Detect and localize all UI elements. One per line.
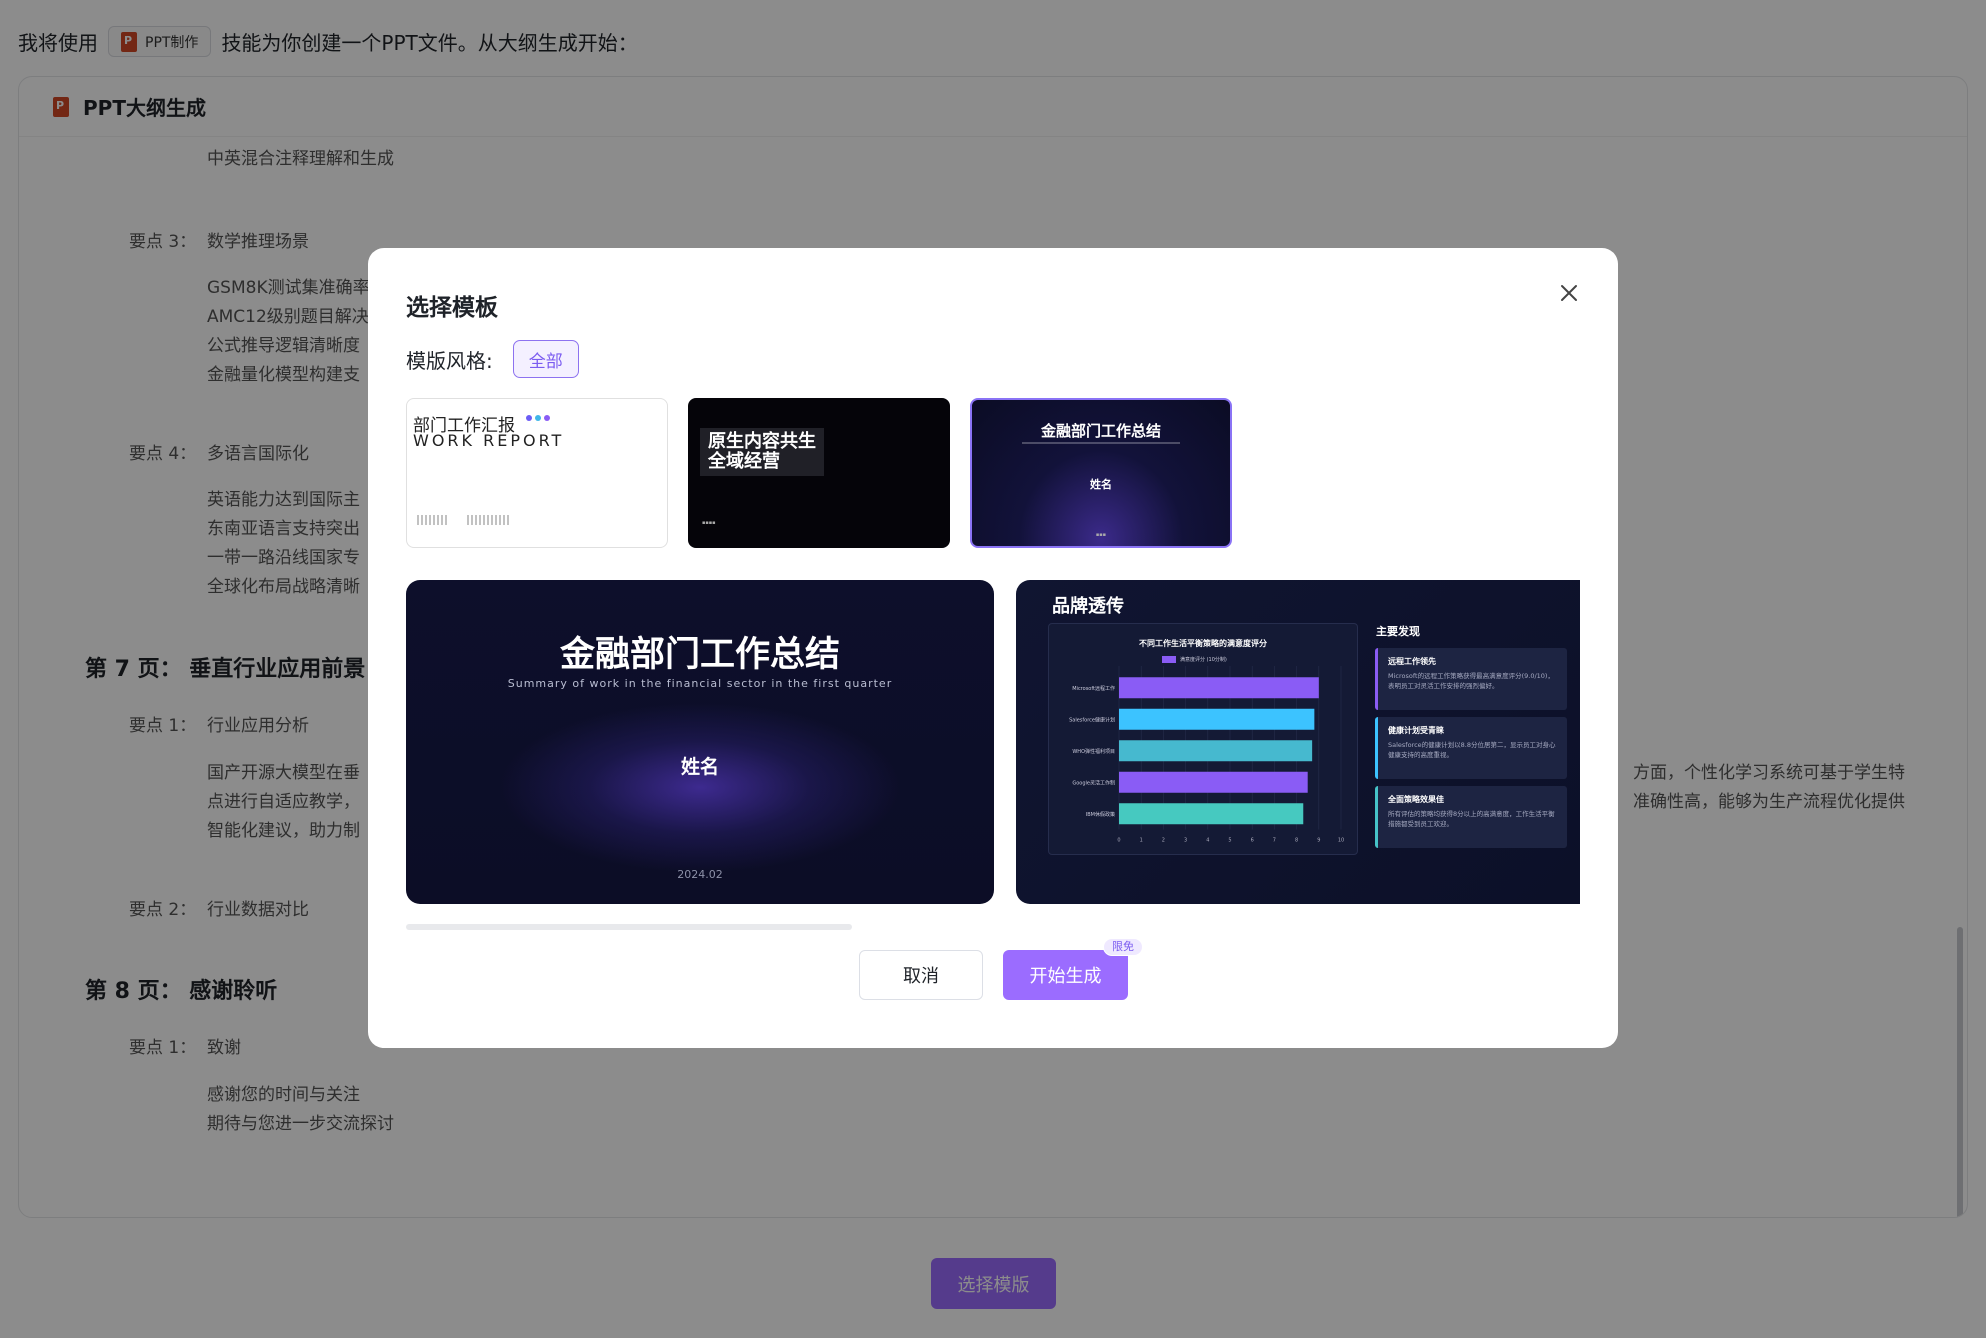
placeholder-text: ▪▪▪ [1095,532,1107,538]
preview-scrollbar[interactable] [406,924,852,930]
chart-canvas: 0 1 2 3 4 5 6 7 8 9 10 Microsoft远程工作 Salesforce健康计划 W… [1069,666,1344,844]
modal-title: 选择模板 [406,295,498,321]
findings-title: 主要发现 [1376,625,1420,638]
placeholder-text [467,515,511,525]
category-label: IBM休假政策 [1086,811,1115,818]
finding-title: 健康计划受青睐 [1388,726,1444,735]
bar [1119,708,1315,730]
finding-card: 健康计划受青睐 Salesforce的健康计划以8.8分位居第二，显示员工对身心… [1375,717,1567,779]
x-tick-label: 0 [1117,838,1120,844]
template-thumb-finance[interactable]: 金融部门工作总结 姓名 ▪▪▪ [970,398,1232,548]
x-tick-label: 1 [1140,838,1143,844]
template-subtitle-placeholder [1022,442,1180,444]
finding-title: 远程工作领先 [1388,657,1436,666]
x-tick-label: 5 [1228,838,1231,844]
slide-subtitle: Summary of work in the financial sector … [507,677,893,690]
template-title: 金融部门工作总结 [1040,422,1161,440]
placeholder-text [417,515,447,525]
slide-name: 姓名 [680,756,719,778]
x-tick-label: 2 [1162,838,1165,844]
template-title-line: 全域经营 [708,451,780,472]
slide-date: 2024.02 [677,868,723,881]
finding-card: 全面策略效果佳 所有评估的策略均获得8分以上的高满意度，工作生活平衡措施都受到员… [1375,786,1567,848]
finding-title: 全面策略效果佳 [1388,795,1444,804]
x-tick-label: 9 [1317,838,1320,844]
bar-chart: 不同工作生活平衡策略的满意度评分 满意度评分 (10分制) 0123456789… [1048,623,1358,855]
bar [1119,771,1308,793]
filter-chip-all[interactable]: 全部 [512,340,579,378]
x-tick-label: 8 [1295,838,1298,844]
template-title-line: 原生内容共生 [708,431,816,452]
close-icon[interactable] [1556,280,1582,306]
template-subtitle: WORK REPORT [413,431,565,450]
filter-label: 模版风格: [406,348,493,373]
x-tick-label: 7 [1273,838,1276,844]
cancel-button[interactable]: 取消 [859,950,983,1000]
category-label: Google灵活工作制 [1072,779,1115,786]
x-tick-label: 10 [1338,838,1344,844]
template-thumb-work-report[interactable]: 部门工作汇报 WORK REPORT [406,398,668,548]
slide-title: 金融部门工作总结 [559,635,840,675]
bar [1119,677,1319,699]
bar [1119,740,1313,762]
style-filter: 模版风格: 全部 [406,340,579,378]
finding-card: 远程工作领先 Microsoft的远程工作策略获得最高满意度评分(9.0/10)… [1375,648,1567,710]
finding-text: 所有评估的策略均获得8分以上的高满意度，工作生活平衡措施都受到员工欢迎。 [1388,810,1555,828]
template-thumb-content[interactable]: 原生内容共生 全域经营 ▪▪▪▪ [688,398,950,548]
x-tick-label: 6 [1251,838,1254,844]
finding-text: Salesforce的健康计划以8.8分位居第二，显示员工对身心健康支持的高度重… [1388,741,1556,759]
x-tick-label: 3 [1184,838,1187,844]
bar [1119,803,1304,825]
free-badge: 限免 [1103,938,1143,956]
template-modal: 选择模板 模版风格: 全部 部门工作汇报 WORK REPORT 原生内容共生 … [368,248,1618,1048]
placeholder-text: ▪▪▪▪ [702,520,716,526]
slide-title: 品牌透传 [1052,596,1124,617]
template-title-box: 原生内容共生 全域经营 [700,428,824,476]
x-tick-label: 4 [1206,838,1209,844]
category-label: Microsoft远程工作 [1072,685,1115,692]
dots-decoration [526,415,550,421]
template-name: 姓名 [1090,478,1112,491]
category-label: Salesforce健康计划 [1069,716,1115,723]
start-generate-button[interactable]: 开始生成 [1003,950,1128,1000]
category-label: WHO弹性福利项目 [1072,748,1115,755]
preview-slide-cover[interactable]: 金融部门工作总结 Summary of work in the financia… [406,580,994,904]
finding-text: Microsoft的远程工作策略获得最高满意度评分(9.0/10)，表明员工对灵… [1388,672,1554,690]
preview-slide-brand[interactable]: 品牌透传 不同工作生活平衡策略的满意度评分 满意度评分 (10分制) 01234… [1016,580,1580,904]
